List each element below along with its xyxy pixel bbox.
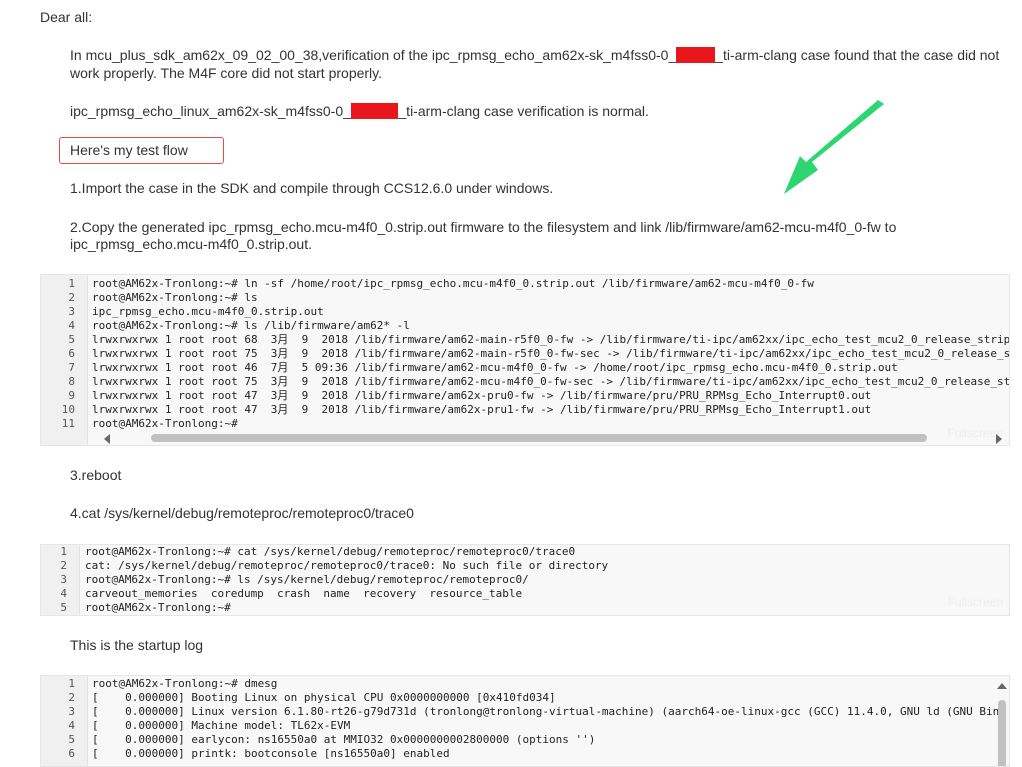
line-number: 5 <box>68 733 75 746</box>
code-block-trace[interactable]: 1 root@AM62x-Tronlong:~# cat /sys/kernel/… <box>40 544 1010 616</box>
code-line: 5 [ 0.000000] earlycon: ns16550a0 at MMIO… <box>41 733 1009 747</box>
code-text: root@AM62x-Tronlong:~# ls /sys/kernel/de… <box>85 573 529 586</box>
highlight-nortos: nortos <box>676 47 716 63</box>
line-number: 4 <box>60 587 67 600</box>
paragraph-nortos-issue: In mcu_plus_sdk_am62x_09_02_00_38,verifi… <box>70 47 999 64</box>
code-line: 6 lrwxrwxrwx 1 root root 75 3月 9 2018 /li… <box>41 347 1009 361</box>
code-text: root@AM62x-Tronlong:~# <box>85 601 231 614</box>
startup-log-label: This is the startup log <box>70 637 204 653</box>
step-3: 3.reboot <box>70 467 122 483</box>
scrollbar-thumb[interactable] <box>151 434 927 442</box>
code-text: root@AM62x-Tronlong:~# ls <box>92 291 258 304</box>
scroll-right-icon[interactable] <box>995 434 1003 444</box>
line-number: 5 <box>68 333 75 346</box>
code-text: root@AM62x-Tronlong:~# ln -sf /home/root… <box>92 277 814 290</box>
code-line: 1 root@AM62x-Tronlong:~# cat /sys/kernel/… <box>41 545 1009 559</box>
fullscreen-button[interactable]: Fullscreen <box>948 595 1003 609</box>
step-2: 2.Copy the generated ipc_rpmsg_echo.mcu-… <box>70 219 897 235</box>
code-line: 7 lrwxrwxrwx 1 root root 46 7月 5 09:36 /l… <box>41 361 1009 375</box>
code-line: 5 root@AM62x-Tronlong:~# <box>41 601 1009 615</box>
line-number: 3 <box>60 573 67 586</box>
line-number: 2 <box>68 291 75 304</box>
code-line: 8 lrwxrwxrwx 1 root root 75 3月 9 2018 /li… <box>41 375 1009 389</box>
para2-text-a: ipc_rpmsg_echo_linux_am62x-sk_m4fss0-0_ <box>70 103 351 119</box>
line-number: 9 <box>68 389 75 402</box>
greeting: Dear all: <box>40 9 93 25</box>
code-line: 4 carveout_memories coredump crash name r… <box>41 587 1009 601</box>
code-text: [ 0.000000] Machine model: TL62x-EVM <box>92 719 351 732</box>
code-text: [ 0.000000] earlycon: ns16550a0 at MMIO3… <box>92 733 596 746</box>
code-text: lrwxrwxrwx 1 root root 68 3月 9 2018 /lib… <box>92 333 1010 346</box>
code-text: lrwxrwxrwx 1 root root 47 3月 9 2018 /lib… <box>92 403 872 416</box>
code-block-symlink[interactable]: 1 root@AM62x-Tronlong:~# ln -sf /home/roo… <box>40 274 1010 446</box>
code-line: 3 [ 0.000000] Linux version 6.1.80-rt26-g… <box>41 705 1009 719</box>
line-number: 3 <box>68 305 75 318</box>
line-number: 4 <box>68 319 75 332</box>
code-text: lrwxrwxrwx 1 root root 75 3月 9 2018 /lib… <box>92 347 1010 360</box>
code-line: 2 root@AM62x-Tronlong:~# ls <box>41 291 1009 305</box>
annotation-arrow-icon <box>784 100 884 194</box>
code-text: lrwxrwxrwx 1 root root 46 7月 5 09:36 /li… <box>92 361 898 374</box>
para2-text-b: _ti-arm-clang case verification is norma… <box>398 103 649 119</box>
line-number: 11 <box>61 417 75 430</box>
step-2-cont: ipc_rpmsg_echo.mcu-m4f0_0.strip.out. <box>70 236 312 252</box>
line-number: 2 <box>60 559 67 572</box>
vertical-scrollbar[interactable] <box>997 682 1007 766</box>
line-number: 1 <box>68 677 75 690</box>
line-number: 7 <box>68 361 75 374</box>
code-text: root@AM62x-Tronlong:~# ls /lib/firmware/… <box>92 319 410 332</box>
para1-text-b: _ti-arm-clang case found that the case d… <box>715 47 1000 63</box>
code-line: 9 lrwxrwxrwx 1 root root 47 3月 9 2018 /li… <box>41 389 1009 403</box>
scroll-up-icon[interactable] <box>997 682 1007 690</box>
code-line: 3 root@AM62x-Tronlong:~# ls /sys/kernel/d… <box>41 573 1009 587</box>
code-text: [ 0.000000] Booting Linux on physical CP… <box>92 691 556 704</box>
code-line: 11 root@AM62x-Tronlong:~# <box>41 417 1009 431</box>
code-line: 5 lrwxrwxrwx 1 root root 68 3月 9 2018 /li… <box>41 333 1009 347</box>
code-text: root@AM62x-Tronlong:~# cat /sys/kernel/d… <box>85 545 576 558</box>
code-line: 10 lrwxrwxrwx 1 root root 47 3月 9 2018 /l… <box>41 403 1009 417</box>
test-flow-heading: Here's my test flow <box>70 142 188 158</box>
line-number: 8 <box>68 375 75 388</box>
code-line: 4 [ 0.000000] Machine model: TL62x-EVM <box>41 719 1009 733</box>
code-text: carveout_memories coredump crash name re… <box>85 587 523 600</box>
code-text: root@AM62x-Tronlong:~# dmesg <box>92 677 278 690</box>
code-line: 1 root@AM62x-Tronlong:~# ln -sf /home/roo… <box>41 277 1009 291</box>
code-line: 1 root@AM62x-Tronlong:~# dmesg <box>41 677 1009 691</box>
line-number: 10 <box>61 403 75 416</box>
code-text: [ 0.000000] Linux version 6.1.80-rt26-g7… <box>92 705 1000 718</box>
code-text: cat: /sys/kernel/debug/remoteproc/remote… <box>85 559 609 572</box>
paragraph-nortos-issue-cont: work properly. The M4F core did not star… <box>70 65 383 81</box>
code-line: 3 ipc_rpmsg_echo.mcu-m4f0_0.strip.out <box>41 305 1009 319</box>
code-text: lrwxrwxrwx 1 root root 75 3月 9 2018 /lib… <box>92 375 1010 388</box>
scrollbar-thumb[interactable] <box>998 700 1006 766</box>
line-number: 2 <box>68 691 75 704</box>
line-number: 1 <box>68 277 75 290</box>
paragraph-freertos-ok: ipc_rpmsg_echo_linux_am62x-sk_m4fss0-0_f… <box>70 103 649 120</box>
step-1: 1.Import the case in the SDK and compile… <box>70 180 554 196</box>
code-text: lrwxrwxrwx 1 root root 47 3月 9 2018 /lib… <box>92 389 872 402</box>
line-number: 3 <box>68 705 75 718</box>
code-text: root@AM62x-Tronlong:~# <box>92 417 238 430</box>
line-number: 5 <box>60 601 67 614</box>
scroll-left-icon[interactable] <box>103 434 111 444</box>
line-number: 1 <box>60 545 67 558</box>
step-4: 4.cat /sys/kernel/debug/remoteproc/remot… <box>70 505 414 521</box>
highlight-freertos: freertos <box>350 103 399 119</box>
horizontal-scrollbar[interactable] <box>103 432 1003 444</box>
para1-text-a: In mcu_plus_sdk_am62x_09_02_00_38,verifi… <box>70 47 677 63</box>
code-line: 4 root@AM62x-Tronlong:~# ls /lib/firmware… <box>41 319 1009 333</box>
line-number: 6 <box>68 347 75 360</box>
code-text: ipc_rpmsg_echo.mcu-m4f0_0.strip.out <box>92 305 324 318</box>
code-line: 2 [ 0.000000] Booting Linux on physical C… <box>41 691 1009 705</box>
code-block-dmesg[interactable]: 1 root@AM62x-Tronlong:~# dmesg 2 [ 0.000000… <box>40 675 1010 767</box>
line-number: 4 <box>68 719 75 732</box>
code-line: 2 cat: /sys/kernel/debug/remoteproc/remot… <box>41 559 1009 573</box>
